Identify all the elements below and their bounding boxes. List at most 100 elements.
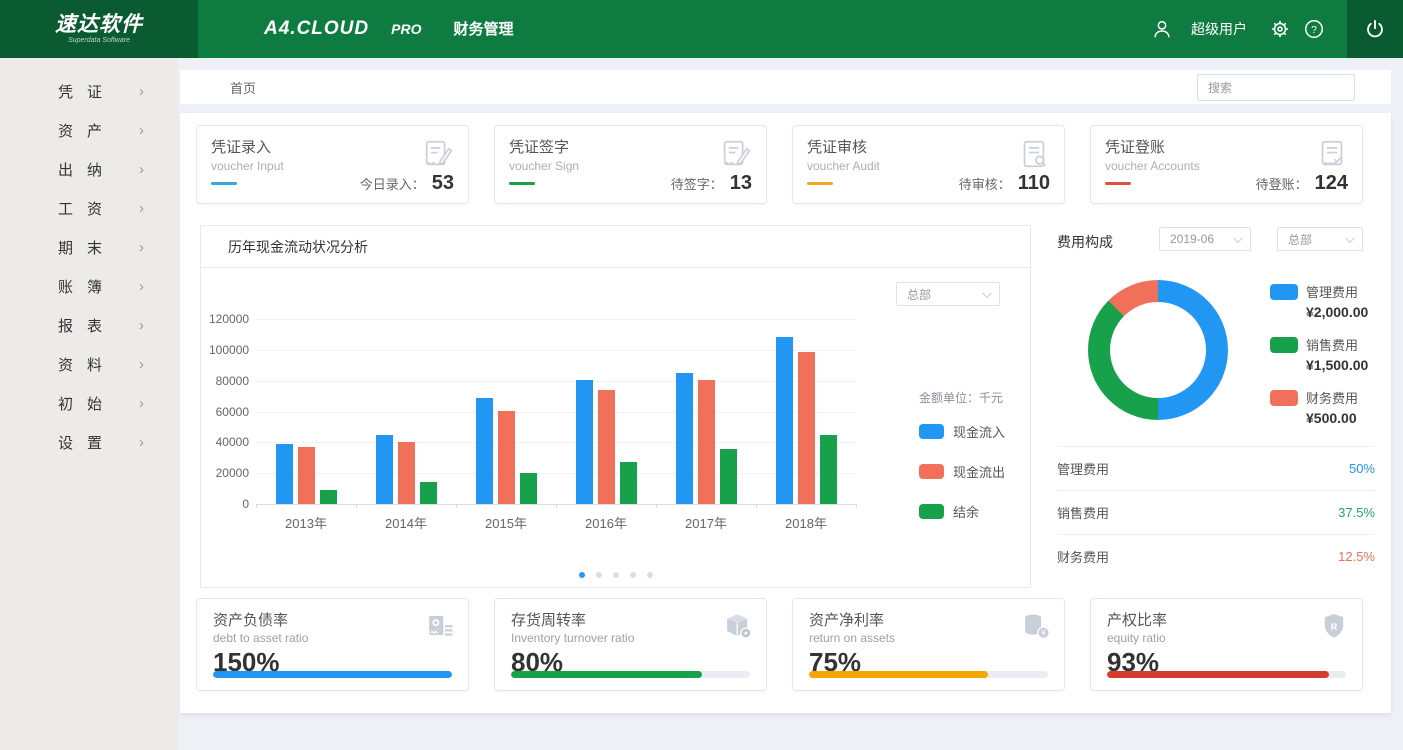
search-input[interactable] <box>1198 80 1365 96</box>
sidebar-item-payroll[interactable]: 工资 › <box>0 189 178 228</box>
card-count-label: 待签字： <box>671 174 723 193</box>
month-filter-dropdown[interactable]: 2019-06 <box>1159 227 1251 251</box>
y-axis-tick-label: 60000 <box>209 405 249 419</box>
bar-现金流入 <box>776 337 793 504</box>
bar-结余 <box>320 490 337 504</box>
voucher-input-card[interactable]: 凭证录入voucher Input今日录入：53 <box>196 125 469 204</box>
card-count: 待登账：124 <box>1256 172 1348 195</box>
sidebar-item-label: 工资 <box>58 198 116 219</box>
settings-gear-icon[interactable] <box>1269 18 1291 40</box>
card-count-label: 今日录入： <box>360 174 425 193</box>
sidebar-item-label: 初始 <box>58 393 116 414</box>
month-filter-value: 2019-06 <box>1170 232 1214 246</box>
fee-row-label: 管理费用 <box>1057 459 1109 478</box>
fee-percent-row-管理费用: 管理费用50% <box>1057 446 1375 490</box>
fee-legend-item-销售费用[interactable]: 销售费用¥1,500.00 <box>1270 335 1368 373</box>
bar-结余 <box>520 473 537 504</box>
pagination-dot[interactable] <box>647 572 653 578</box>
x-axis-tick <box>256 504 257 508</box>
branch-filter-dropdown-2[interactable]: 总部 <box>1277 227 1363 251</box>
accent-dash <box>807 182 833 185</box>
chevron-down-icon <box>1345 233 1355 243</box>
help-icon[interactable]: ? <box>1303 18 1325 40</box>
ratio-progress-track <box>809 671 1048 678</box>
chevron-right-icon: › <box>139 200 144 217</box>
y-axis-tick-label: 0 <box>209 497 249 511</box>
legend-item-现金流入[interactable]: 现金流入 <box>919 422 1029 441</box>
card-bottom-row: 待审核：110 <box>807 172 1050 195</box>
fee-legend-item-管理费用[interactable]: 管理费用¥2,000.00 <box>1270 282 1368 320</box>
fee-legend-label: 财务费用 <box>1306 388 1358 407</box>
equity-ratio-card[interactable]: 产权比率equity ratio93%R <box>1090 598 1363 691</box>
logout-power-button[interactable] <box>1347 0 1403 58</box>
pagination-dot[interactable] <box>613 572 619 578</box>
svg-text:¥: ¥ <box>1041 629 1046 638</box>
y-axis-tick-label: 100000 <box>209 343 249 357</box>
current-user-name[interactable]: 超级用户 <box>1191 19 1247 39</box>
voucher-sign-card[interactable]: 凭证签字voucher Sign待签字：13 <box>494 125 767 204</box>
card-title: 凭证签字 <box>509 136 752 157</box>
fee-legend-value: ¥2,000.00 <box>1306 304 1368 320</box>
card-count: 今日录入：53 <box>360 172 454 195</box>
sidebar-item-period-end[interactable]: 期末› <box>0 228 178 267</box>
card-count: 待审核：110 <box>959 172 1050 195</box>
return-on-assets-card[interactable]: 资产净利率return on assets75%¥ <box>792 598 1065 691</box>
search-box[interactable] <box>1197 74 1355 101</box>
user-icon[interactable] <box>1151 18 1173 40</box>
fee-donut-legend: 管理费用¥2,000.00 销售费用¥1,500.00 财务费用¥500.00 <box>1270 282 1368 441</box>
chevron-right-icon: › <box>139 434 144 451</box>
sidebar-item-settings[interactable]: 设置› <box>0 423 178 462</box>
card-title: 凭证登账 <box>1105 136 1348 157</box>
x-axis-category-label: 2016年 <box>585 513 627 532</box>
voucher-audit-card[interactable]: 凭证审核voucher Audit待审核：110 <box>792 125 1065 204</box>
x-axis-category-label: 2017年 <box>685 513 727 532</box>
fee-row-percent: 37.5% <box>1338 505 1375 520</box>
bar-结余 <box>720 449 737 504</box>
voucher-accounts-card[interactable]: 凭证登账voucher Accounts待登账：124 <box>1090 125 1363 204</box>
top-header: 速达软件 Superdata Software A4.CLOUD PRO 财务管… <box>0 0 1403 58</box>
bar-现金流出 <box>298 447 315 504</box>
sidebar-item-ledgers[interactable]: 账簿› <box>0 267 178 306</box>
sidebar-item-assets[interactable]: 资产› <box>0 111 178 150</box>
x-axis-tick <box>356 504 357 508</box>
x-axis-labels: 2013年2014年2015年2016年2017年2018年 <box>256 513 856 532</box>
card-count-label: 待登账： <box>1256 174 1308 193</box>
x-axis-category-label: 2018年 <box>785 513 827 532</box>
sidebar-item-label: 账簿 <box>58 276 116 297</box>
legend-item-现金流出[interactable]: 现金流出 <box>919 462 1029 481</box>
sidebar-item-data[interactable]: 资料› <box>0 345 178 384</box>
x-axis-tick <box>756 504 757 508</box>
pagination-dot[interactable] <box>630 572 636 578</box>
legend-item-结余[interactable]: 结余 <box>919 502 1029 521</box>
ratio-card-subtitle: Inventory turnover ratio <box>511 631 750 645</box>
pagination-dot[interactable] <box>596 572 602 578</box>
ratio-progress-fill <box>809 671 988 678</box>
card-title: 凭证录入 <box>211 136 454 157</box>
branch-filter-value-2: 总部 <box>1288 231 1312 248</box>
sidebar-item-voucher[interactable]: 凭证› <box>0 72 178 111</box>
branch-filter-dropdown[interactable]: 总部 <box>896 282 1000 306</box>
accent-dash <box>509 182 535 185</box>
bar-现金流出 <box>398 442 415 504</box>
breadcrumb-home[interactable]: 首页 <box>230 78 256 97</box>
card-count: 待签字： 13 <box>671 172 752 195</box>
y-axis-tick-label: 80000 <box>209 374 249 388</box>
sidebar-item-cashier[interactable]: 出纳› <box>0 150 178 189</box>
x-axis-tick <box>556 504 557 508</box>
bar-现金流出 <box>498 411 515 504</box>
sidebar-item-initial[interactable]: 初始› <box>0 384 178 423</box>
inventory-turnover-card[interactable]: 存货周转率Inventory turnover ratio80% <box>494 598 767 691</box>
pagination-dot[interactable] <box>579 572 585 578</box>
card-count-value: 13 <box>730 172 752 195</box>
debt-to-asset-card[interactable]: 资产负债率debt to asset ratio150% <box>196 598 469 691</box>
legend-color-chip <box>919 424 944 439</box>
fee-legend-item-财务费用[interactable]: 财务费用¥500.00 <box>1270 388 1368 426</box>
chevron-right-icon: › <box>139 356 144 373</box>
sidebar-item-reports[interactable]: 报表› <box>0 306 178 345</box>
accent-dash <box>211 182 237 185</box>
fee-percent-row-财务费用: 财务费用12.5% <box>1057 534 1375 578</box>
inventory-icon <box>723 611 753 641</box>
card-title: 凭证审核 <box>807 136 1050 157</box>
fee-percent-rows: 管理费用50%销售费用37.5%财务费用12.5% <box>1057 446 1375 578</box>
fee-composition-panel: 费用构成 2019-06 总部 管理费用¥2,000.00销售费用¥1,500.… <box>1043 218 1391 590</box>
